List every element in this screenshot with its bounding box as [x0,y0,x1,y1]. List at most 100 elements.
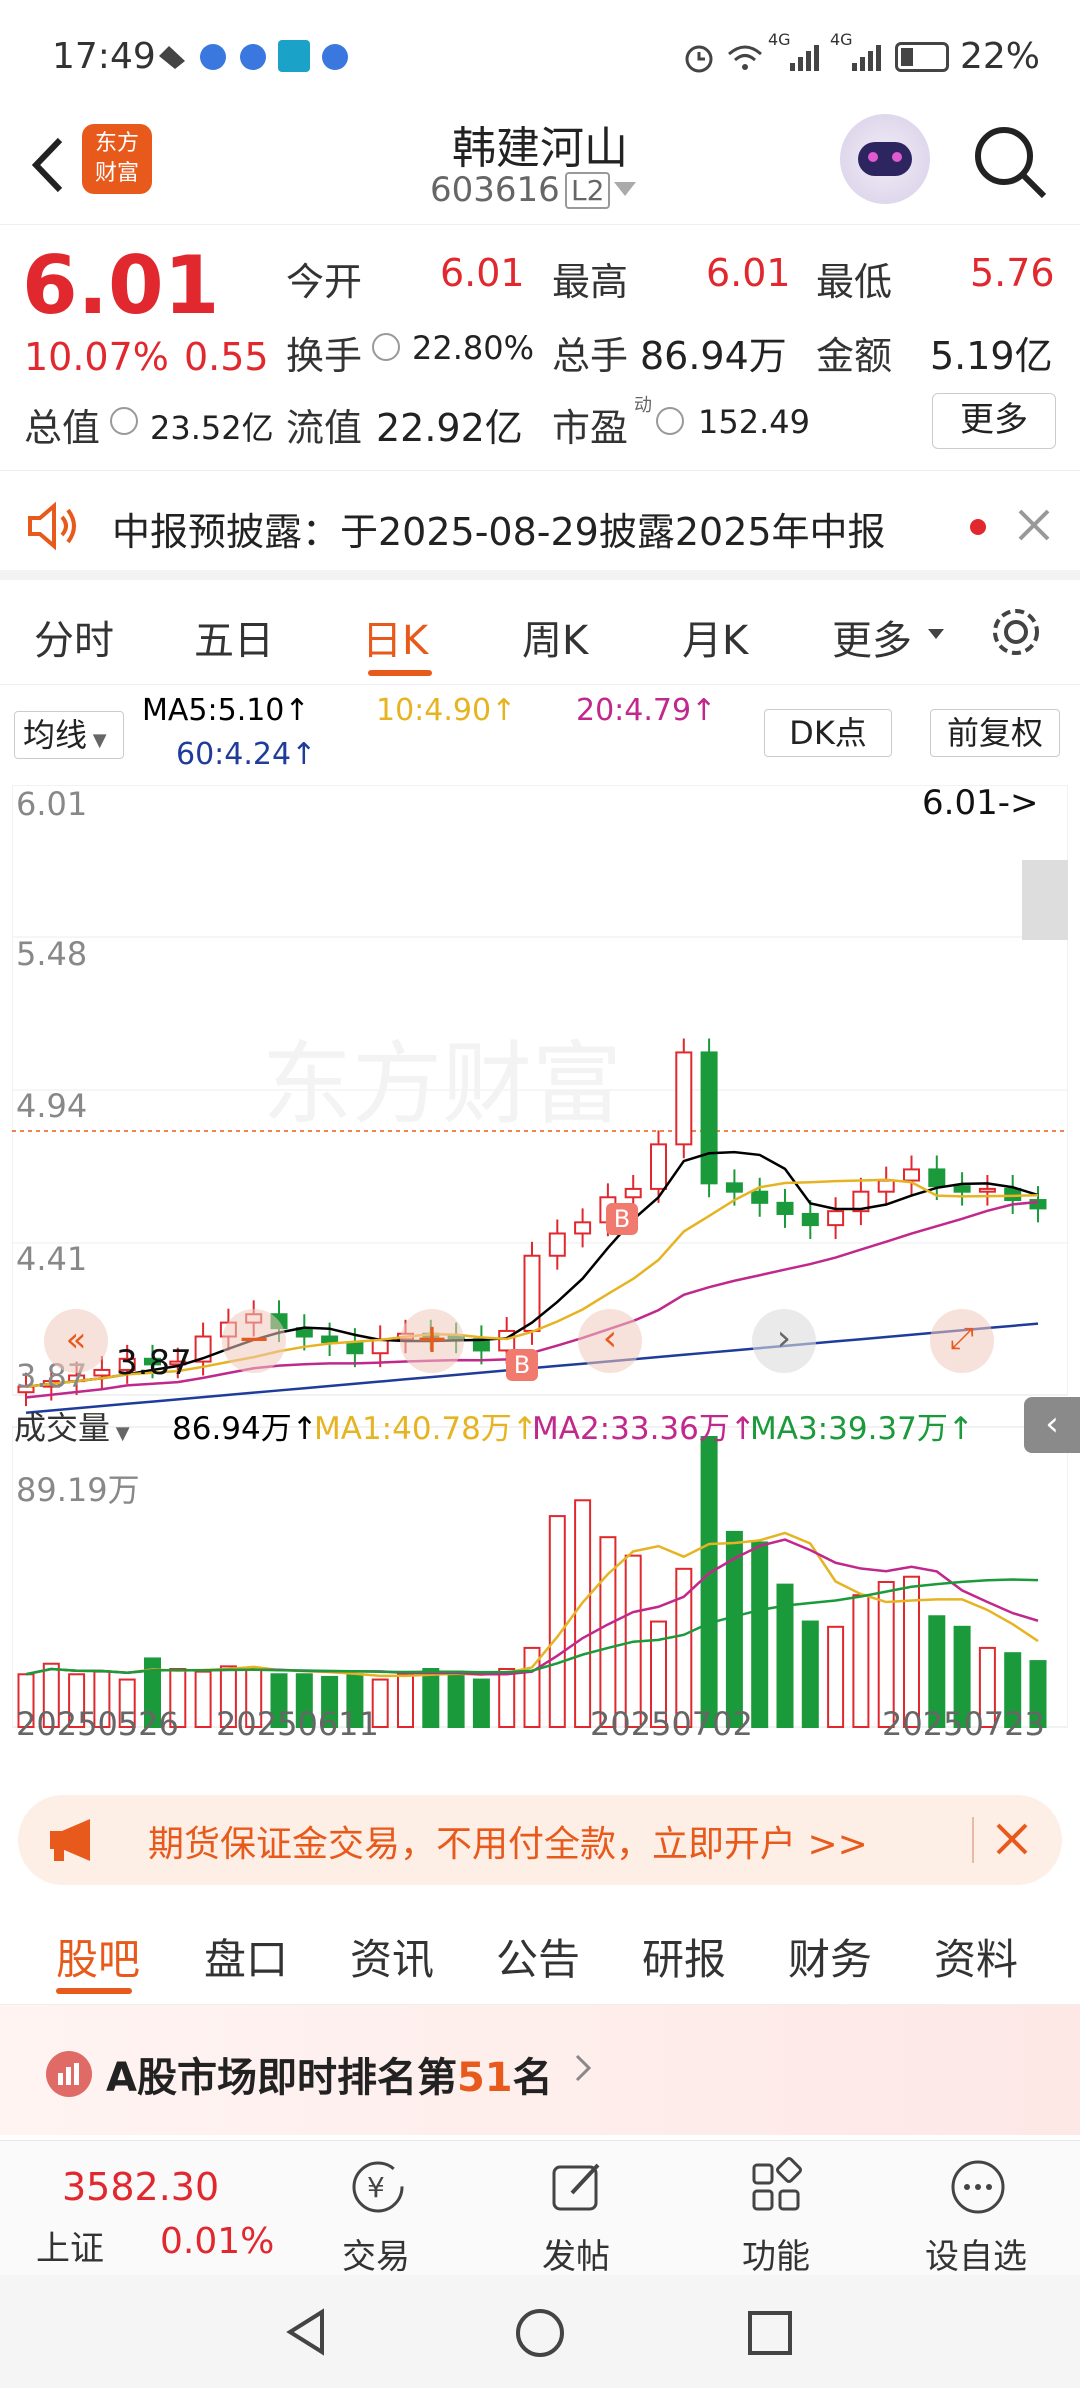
recents-square-icon[interactable] [746,2309,794,2357]
tab-more[interactable]: 更多 [832,608,912,666]
buy-marker[interactable]: B [606,1203,638,1235]
candle-body [953,1185,971,1193]
ma10-value: 10:4.90↑ [376,693,517,728]
back-arrow-icon[interactable] [22,130,72,200]
low-value: 5.76 [970,251,1055,295]
y-label: 4.41 [16,1240,88,1278]
scroll-highlight [1022,860,1068,940]
close-icon[interactable] [994,1821,1030,1857]
tab-profile[interactable]: 资料 [934,1926,1018,1987]
market-rank-banner[interactable]: A股市场即时排名第51名 [0,2005,1080,2135]
y-label: 4.94 [16,1087,88,1125]
candle-body [751,1190,769,1204]
index-name[interactable]: 上证 [36,2221,104,2270]
notice-bar[interactable]: 中报预披露：于2025-08-29披露2025年中报 [0,470,1080,580]
eastmoney-logo[interactable]: 东方 财富 [82,124,152,194]
scroll-left-button[interactable]: ‹ [578,1309,642,1373]
nav-post[interactable]: 发帖 [506,2141,646,2277]
signal-icon [850,42,884,72]
robot-assistant-icon[interactable] [840,114,930,204]
candle-body [700,1051,718,1185]
ma20-value: 20:4.79↑ [576,693,717,728]
rewind-button[interactable]: « [44,1309,108,1373]
volume-label: 总手 [552,334,629,378]
tab-five-day[interactable]: 五日 [194,608,274,666]
tab-monthly-k[interactable]: 月K [682,608,748,666]
info-icon[interactable] [372,333,400,361]
open-label: 今开 [286,260,363,304]
kline-svg[interactable]: 东方财富 [12,785,1068,1745]
index-change[interactable]: 0.01% [160,2221,274,2262]
home-circle-icon[interactable] [514,2307,566,2359]
change-value: 0.55 [184,335,269,379]
volume-value: 86.94万 [640,334,787,378]
rank-text: A股市场即时排名第51名 [106,2055,553,2101]
volume-bar [422,1668,440,1728]
volume-selector[interactable]: 成交量 ▼ [14,1403,130,1449]
candle-body [321,1335,339,1344]
app-notification-icon [200,44,226,70]
nav-trade[interactable]: ¥ 交易 [306,2141,446,2277]
battery-icon [895,42,949,72]
ma-selector[interactable]: 均线 ▼ [14,711,124,759]
chevron-right-icon [574,2053,592,2087]
search-icon[interactable] [970,122,1050,202]
tab-forum[interactable]: 股吧 [56,1926,140,1987]
dk-point-button[interactable]: DK点 [764,709,892,757]
scroll-right-button[interactable]: › [752,1309,816,1373]
futures-ad-banner[interactable]: 期货保证金交易，不用付全款，立即开户 >> [18,1795,1062,1885]
date-label: 20250702 [590,1705,753,1743]
info-icon[interactable] [110,407,138,435]
tab-intraday[interactable]: 分时 [34,608,114,666]
volume-now: 86.94万↑ [172,1411,318,1447]
nav-functions[interactable]: 功能 [706,2141,846,2277]
info-tabs: 股吧 盘口 资讯 公告 研报 财务 资料 [0,1900,1080,2005]
level2-badge[interactable]: L2 [565,172,611,209]
zoom-in-button[interactable]: + [400,1309,464,1373]
caret-down-icon[interactable] [928,626,944,645]
forward-adjust-button[interactable]: 前复权 [930,709,1060,757]
stock-code: 603616 [430,170,560,210]
nav-add-watchlist[interactable]: 设自选 [906,2141,1046,2277]
tab-daily-k[interactable]: 日K [362,608,428,666]
zoom-out-button[interactable]: − [222,1309,286,1373]
tab-financials[interactable]: 财务 [788,1926,872,1987]
ad-text: 期货保证金交易，不用付全款，立即开户 >> [148,1824,868,1865]
period-tabs: 分时 五日 日K 周K 月K 更多 [0,580,1080,685]
collapse-panel-button[interactable]: ‹ [1024,1397,1080,1453]
volume-bar [827,1625,845,1728]
megaphone-icon [46,1815,102,1865]
candle-body [346,1341,364,1355]
tab-orderbook[interactable]: 盘口 [204,1926,288,1987]
tab-research[interactable]: 研报 [642,1926,726,1987]
gear-icon[interactable] [988,604,1044,660]
info-icon[interactable] [656,407,684,435]
tab-announcements[interactable]: 公告 [496,1926,580,1987]
signal-icon [788,42,822,72]
volume-bar [700,1436,718,1728]
candle-body [574,1221,592,1235]
index-value[interactable]: 3582.30 [62,2165,219,2209]
pe-dynamic-sup: 动 [634,395,652,416]
open-value: 6.01 [440,251,525,295]
back-triangle-icon[interactable] [282,2307,332,2357]
candle-body [928,1168,946,1188]
vol-ma1: MA1:40.78万↑ [314,1411,538,1447]
tab-news[interactable]: 资讯 [350,1926,434,1987]
last-price-tag: 6.01-> [922,783,1039,823]
tab-weekly-k[interactable]: 周K [522,608,588,666]
pe-label: 市盈 [552,406,629,450]
kline-chart-area: 均线 ▼ MA5:5.10↑ 10:4.90↑ 20:4.79↑ 60:4.24… [0,685,1080,1775]
close-icon[interactable] [1016,507,1052,543]
status-time: 17:49 [52,36,156,77]
buy-marker[interactable]: B [506,1349,538,1381]
caret-down-icon[interactable] [614,182,636,202]
fullscreen-button[interactable]: ⤢ [930,1309,994,1373]
app-notification-icon [322,44,348,70]
amount-label: 金额 [816,334,893,378]
candle-body [801,1212,819,1227]
alarm-icon [682,40,716,74]
more-quote-button[interactable]: 更多 [932,393,1056,449]
volume-bar [599,1536,617,1728]
low-price-tag: 3.87 [116,1343,192,1383]
